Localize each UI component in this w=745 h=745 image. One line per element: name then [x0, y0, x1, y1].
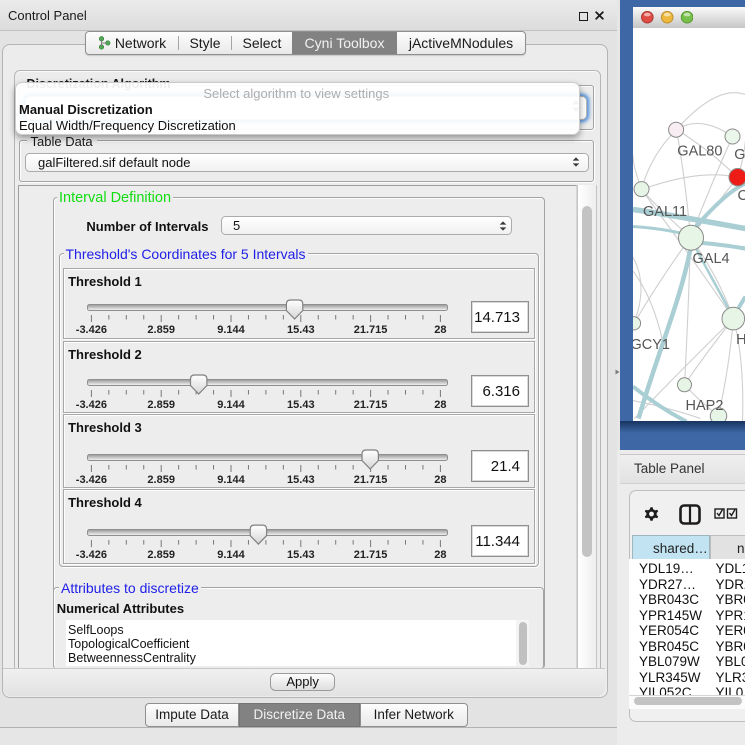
svg-text:C: C: [737, 188, 745, 204]
svg-text:H: H: [736, 332, 745, 348]
svg-text:GAL80: GAL80: [677, 143, 722, 159]
svg-text:HAP2: HAP2: [685, 398, 723, 414]
svg-text:GAL4: GAL4: [692, 251, 729, 267]
svg-text:GCY1: GCY1: [633, 337, 670, 353]
svg-text:GA: GA: [734, 147, 745, 163]
svg-text:GAL11: GAL11: [643, 204, 687, 220]
